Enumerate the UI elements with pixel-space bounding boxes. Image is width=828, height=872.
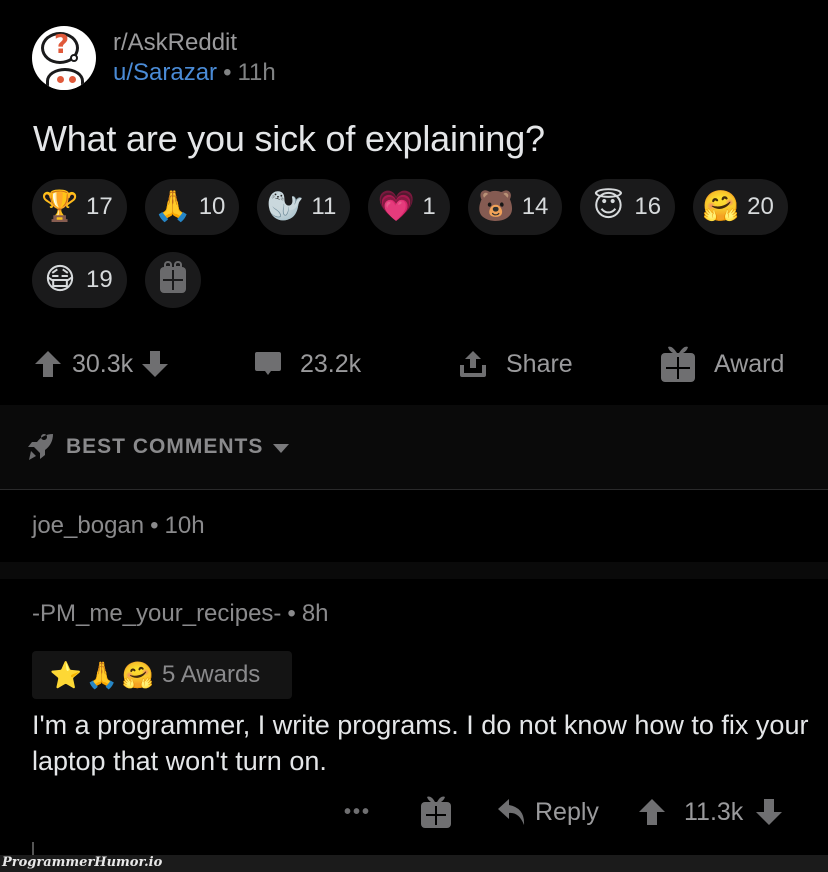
- heart-eyes-award-icon: 💗: [377, 190, 415, 223]
- post-title: What are you sick of explaining?: [33, 118, 545, 159]
- comment-awards[interactable]: ⭐ 🙏 🤗 5 Awards: [32, 651, 292, 699]
- reply-label: Reply: [535, 797, 599, 826]
- award-count: 16: [634, 193, 662, 220]
- upvote-icon[interactable]: [34, 349, 62, 379]
- more-options-button[interactable]: •••: [344, 790, 371, 834]
- award-button[interactable]: Award: [660, 340, 784, 388]
- post-header: ? r/AskReddit u/Sarazar • 11h: [32, 26, 276, 90]
- vote-control: 30.3k: [34, 340, 169, 388]
- gold-snoo-award-icon: 🏆: [41, 190, 79, 223]
- meta-separator: •: [287, 600, 296, 627]
- award-label: Award: [714, 349, 785, 378]
- comment-divider: [0, 562, 828, 579]
- subreddit-name[interactable]: r/AskReddit: [113, 28, 276, 58]
- award-pill[interactable]: 🏆 17: [32, 179, 127, 235]
- post-author-link[interactable]: u/Sarazar: [113, 59, 217, 86]
- downvote-icon[interactable]: [141, 349, 169, 379]
- award-pill[interactable]: 🦭 11: [257, 179, 351, 235]
- comment-body: I'm a programmer, I write programs. I do…: [32, 710, 809, 776]
- post-age: 11h: [237, 59, 276, 86]
- reply-arrow-icon: [498, 799, 525, 825]
- awards-count-label: 5 Awards: [162, 661, 261, 688]
- angel-award-icon: 😇: [592, 190, 625, 223]
- share-button[interactable]: Share: [458, 340, 573, 388]
- award-count: 10: [198, 193, 226, 220]
- post-score: 30.3k: [72, 349, 134, 378]
- give-award-button[interactable]: [144, 252, 201, 308]
- thread-line: [32, 842, 34, 856]
- award-pill[interactable]: 🐻 14: [467, 179, 563, 235]
- reply-button[interactable]: Reply: [497, 790, 599, 834]
- wholesome-seal-award-icon: 🦭: [266, 190, 305, 223]
- clapping-hands-award-icon: 🙏: [85, 659, 119, 690]
- award-pill[interactable]: 😷 19: [32, 252, 127, 308]
- award-pill[interactable]: 😇 16: [580, 179, 676, 235]
- comment-vote-control: 11.3k: [638, 790, 783, 834]
- meta-separator: •: [223, 59, 232, 86]
- comment-author[interactable]: -PM_me_your_recipes-: [32, 600, 281, 627]
- give-award-button[interactable]: [420, 790, 452, 834]
- award-pill[interactable]: 🤗 20: [693, 179, 788, 235]
- comment-sort-dropdown[interactable]: BEST COMMENTS: [26, 433, 290, 461]
- watermark-bar: ProgrammerHumor.io: [0, 855, 828, 872]
- gold-star-award-icon: ⭐: [49, 659, 83, 690]
- comment-age: 8h: [301, 600, 329, 627]
- award-count: 14: [521, 193, 549, 220]
- comment-age: 10h: [164, 512, 205, 539]
- wholesome-snoo-award-icon: 🤗: [702, 190, 740, 223]
- award-count: 1: [422, 193, 436, 220]
- award-count: 19: [86, 266, 113, 293]
- subreddit-avatar-icon[interactable]: ?: [32, 26, 96, 90]
- award-count: 17: [86, 193, 113, 220]
- sort-label: BEST COMMENTS: [66, 435, 264, 458]
- award-count: 20: [747, 193, 774, 220]
- gift-icon: [661, 346, 695, 382]
- chevron-down-icon: [273, 444, 290, 453]
- share-label: Share: [506, 349, 573, 378]
- heart-mask-snoo-award-icon: 😷: [44, 263, 76, 296]
- gift-icon: [159, 261, 186, 293]
- upvote-icon[interactable]: [638, 797, 666, 827]
- bear-award-icon: 🐻: [477, 190, 515, 223]
- gift-icon: [421, 796, 451, 828]
- share-icon: [460, 351, 486, 377]
- comment-meta[interactable]: joe_bogan • 10h: [32, 512, 205, 540]
- comment-count: 23.2k: [300, 349, 362, 378]
- post-awards: 🏆 17 🙏 10 🦭 11 💗 1 🐻 14 😇 16 🤗 20 😷 19: [32, 179, 822, 308]
- clapping-hands-award-icon: 🙏: [154, 190, 192, 223]
- rocket-icon: [28, 434, 53, 460]
- comment-score: 11.3k: [684, 797, 744, 826]
- comment-author[interactable]: joe_bogan: [32, 512, 144, 539]
- award-count: 11: [311, 193, 337, 220]
- comment-action-bar: ••• Reply 11.3k: [0, 790, 828, 834]
- meta-separator: •: [150, 512, 159, 539]
- award-pill[interactable]: 🙏 10: [144, 179, 240, 235]
- award-pill[interactable]: 💗 1: [368, 179, 450, 235]
- post-meta: u/Sarazar • 11h: [113, 58, 276, 88]
- downvote-icon[interactable]: [755, 797, 783, 827]
- comment-bubble-icon: [255, 352, 281, 375]
- watermark-text: ProgrammerHumor.io: [2, 855, 163, 870]
- post-action-bar: 30.3k 23.2k Share Award: [0, 340, 828, 388]
- wholesome-snoo-award-icon: 🤗: [121, 659, 155, 690]
- comment-meta[interactable]: -PM_me_your_recipes- • 8h: [32, 600, 329, 628]
- comment-sort-bar: BEST COMMENTS: [0, 405, 828, 490]
- comments-button[interactable]: 23.2k: [254, 340, 361, 388]
